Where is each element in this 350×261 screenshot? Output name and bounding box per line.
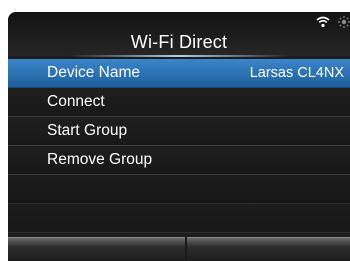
softkey-bar [8,237,350,261]
wifi-icon [316,15,330,33]
menu-list: Device Name Larsas CL4NX Connect Start G… [8,59,350,233]
menu-item-connect[interactable]: Connect [8,88,350,117]
empty-row [8,204,350,233]
menu-item-label: Remove Group [47,151,153,168]
sun-icon [338,15,350,33]
title-underline [68,55,290,57]
menu-item-label: Start Group [47,122,128,139]
printer-display: Wi-Fi Direct Device Name Larsas CL4NX Co… [8,12,350,261]
menu-item-label: Connect [47,93,105,110]
menu-item-remove-group[interactable]: Remove Group [8,146,350,175]
header-bar: Wi-Fi Direct [8,12,350,57]
menu-item-label: Device Name [47,64,141,81]
menu-item-start-group[interactable]: Start Group [8,117,350,146]
empty-row [8,175,350,204]
menu-item-device-name[interactable]: Device Name Larsas CL4NX [8,59,350,88]
page-title: Wi-Fi Direct [130,32,228,52]
softkey-right-button[interactable] [187,237,350,261]
softkey-left-button[interactable] [8,237,185,261]
device-name-value: Larsas CL4NX [249,65,344,81]
